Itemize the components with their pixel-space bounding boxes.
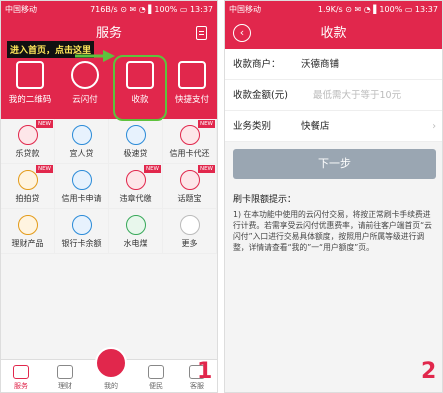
merchant-label: 收款商户： — [233, 59, 281, 70]
amount-label: 收款金额(元) — [233, 90, 288, 101]
action-label: 云闪付 — [72, 95, 98, 105]
grid-label: 违章代缴 — [119, 194, 152, 203]
car-icon — [125, 170, 146, 190]
qr-code-icon — [16, 61, 44, 89]
nav-label: 我的 — [104, 382, 118, 390]
nav-label: 理财 — [58, 382, 72, 390]
grid-item-le-loan[interactable]: 乐贷款 NEW — [1, 119, 55, 164]
chevron-right-icon: › — [432, 121, 436, 132]
grid-item-balance[interactable]: 银行卡余额 — [55, 209, 109, 254]
new-badge: NEW — [35, 165, 53, 173]
amount-input[interactable]: 最低需大于等于10元 — [313, 80, 401, 111]
grid-item-fast-loan[interactable]: 极速贷 — [109, 119, 163, 164]
card-pay-icon — [178, 61, 206, 89]
grid-item-more[interactable]: 更多 — [163, 209, 217, 254]
status-right: 716B/s ⊙ ✉ ◔ ▌100% ▭ 13:37 — [90, 5, 213, 14]
new-badge: NEW — [197, 165, 215, 173]
screenshot-frame: 中国移动 716B/s ⊙ ✉ ◔ ▌100% ▭ 13:37 服务 我的二维码… — [0, 0, 443, 393]
merchant-row: 收款商户： 沃德商铺 — [225, 49, 442, 80]
grid-label: 宜人贷 — [69, 149, 94, 158]
phone-receive-screen: 中国移动 1.9K/s ⊙ ✉ ◔ ▌100% ▭ 13:37 ‹ 收款 收款商… — [224, 0, 443, 393]
coin-icon — [17, 215, 38, 235]
grid-label: 银行卡余额 — [61, 239, 102, 248]
new-badge: NEW — [197, 120, 215, 128]
grid-label: 极速贷 — [123, 149, 148, 158]
arrow-icon — [75, 50, 115, 62]
my-qrcode-button[interactable]: 我的二维码 — [3, 61, 57, 105]
nav-item-finance[interactable]: 理财 — [47, 365, 83, 391]
grid-label: 更多 — [181, 239, 198, 248]
grid-item-topic[interactable]: 话题宝 NEW — [163, 164, 217, 209]
nav-item-convenience[interactable]: 便民 — [138, 365, 174, 391]
grid-item-paipai-loan[interactable]: 拍拍贷 NEW — [1, 164, 55, 209]
new-badge: NEW — [35, 120, 53, 128]
status-bar: 中国移动 716B/s ⊙ ✉ ◔ ▌100% ▭ 13:37 — [1, 1, 217, 18]
grid-item-traffic-fine[interactable]: 违章代缴 NEW — [109, 164, 163, 209]
merchant-value: 沃德商铺 — [301, 59, 340, 70]
header: ‹ 收款 — [225, 18, 442, 49]
avatar[interactable] — [95, 347, 127, 379]
nav-label: 服务 — [14, 382, 28, 390]
loan-icon — [17, 125, 38, 145]
phone-service-screen: 中国移动 716B/s ⊙ ✉ ◔ ▌100% ▭ 13:37 服务 我的二维码… — [0, 0, 218, 393]
grid-label: 拍拍贷 — [15, 194, 40, 203]
briefcase-icon — [57, 365, 73, 379]
nav-label: 便民 — [149, 382, 163, 390]
next-button[interactable]: 下一步 — [233, 149, 436, 179]
grid-item-card-apply[interactable]: 信用卡申请 — [55, 164, 109, 209]
grid-label: 信用卡代还 — [169, 149, 210, 158]
grid-label: 话题宝 — [177, 194, 202, 203]
action-label: 我的二维码 — [8, 95, 52, 105]
home-icon — [13, 365, 29, 379]
card-icon — [71, 170, 92, 190]
highlight-box — [113, 55, 167, 121]
grid-label: 理财产品 — [11, 239, 44, 248]
grid-label: 乐贷款 — [15, 149, 40, 158]
grid-label: 水电煤 — [123, 239, 148, 248]
grid-label: 信用卡申请 — [61, 194, 102, 203]
grid-item-card-repay[interactable]: 信用卡代还 NEW — [163, 119, 217, 164]
star-icon — [148, 365, 164, 379]
amount-row[interactable]: 收款金额(元) 最低需大于等于10元 — [225, 80, 442, 111]
page-title: 收款 — [320, 26, 347, 41]
quick-pay-button[interactable]: 快捷支付 — [165, 61, 217, 105]
step-marker: 2 — [421, 359, 437, 384]
loan-icon — [125, 125, 146, 145]
cloud-pay-button[interactable]: 云闪付 — [58, 61, 112, 105]
bank-card-icon — [71, 215, 92, 235]
carrier-label: 中国移动 — [5, 5, 37, 14]
grid-item-yiren-loan[interactable]: 宜人贷 — [55, 119, 109, 164]
plus-icon — [179, 215, 200, 235]
status-right: 1.9K/s ⊙ ✉ ◔ ▌100% ▭ 13:37 — [317, 5, 438, 14]
pay-icon — [71, 61, 99, 89]
loan-icon — [71, 125, 92, 145]
category-row[interactable]: 业务类别 快餐店 › — [225, 111, 442, 142]
tips-body: 1) 在本功能中使用的云闪付交易，将按正常刷卡手续费进行计费。若需享受云闪付优惠… — [233, 210, 432, 252]
status-bar: 中国移动 1.9K/s ⊙ ✉ ◔ ▌100% ▭ 13:37 — [225, 1, 442, 18]
action-label: 快捷支付 — [174, 95, 209, 105]
step-marker: 1 — [197, 359, 213, 384]
page-title: 服务 — [95, 26, 122, 41]
new-badge: NEW — [143, 165, 161, 173]
chat-icon — [179, 170, 200, 190]
loan-icon — [17, 170, 38, 190]
limit-tips: 刷卡限额提示： 1) 在本功能中使用的云闪付交易，将按正常刷卡手续费进行计费。若… — [233, 195, 438, 253]
nav-item-service[interactable]: 服务 — [3, 365, 39, 391]
nav-item-mine[interactable]: 我的 — [93, 381, 129, 391]
back-icon[interactable]: ‹ — [233, 24, 251, 42]
carrier-label: 中国移动 — [229, 5, 261, 14]
category-label: 业务类别 — [233, 121, 272, 132]
document-icon[interactable] — [196, 26, 207, 40]
tips-title: 刷卡限额提示： — [233, 195, 297, 205]
category-value: 快餐店 — [301, 121, 330, 132]
grid-item-wealth[interactable]: 理财产品 — [1, 209, 55, 254]
card-icon — [179, 125, 200, 145]
grid-item-utilities[interactable]: 水电煤 — [109, 209, 163, 254]
water-drop-icon — [125, 215, 146, 235]
